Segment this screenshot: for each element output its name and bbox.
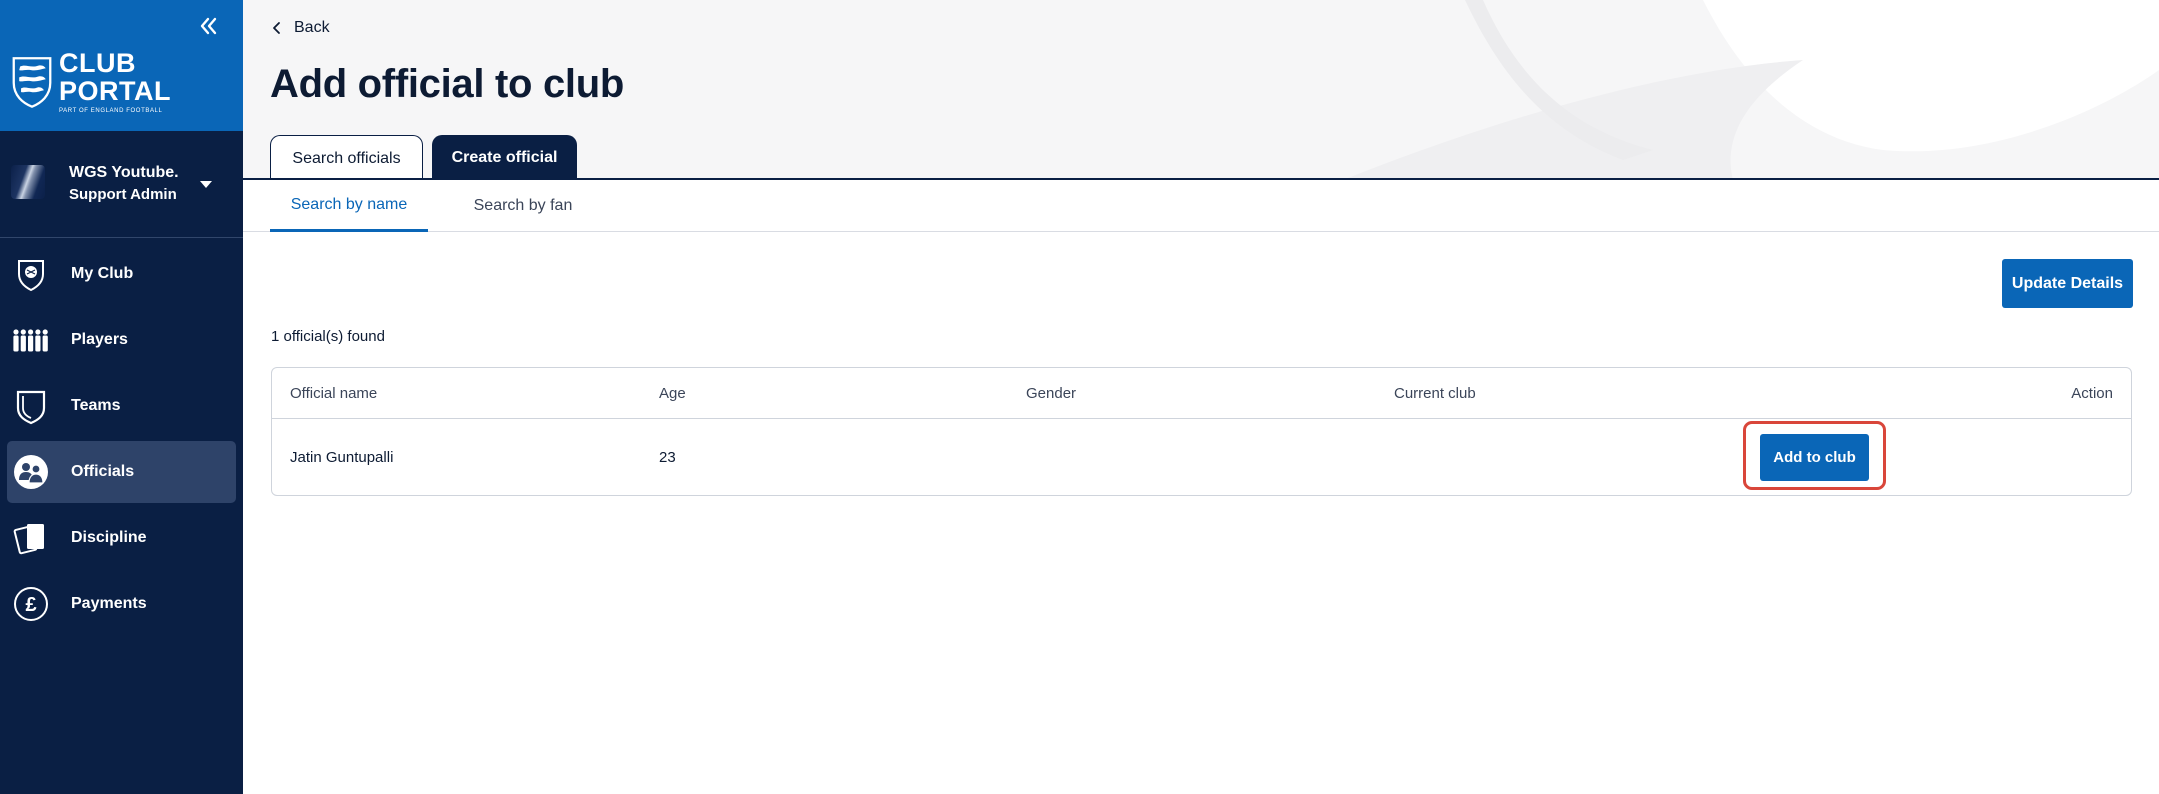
official-name-cell: Jatin Guntupalli xyxy=(290,449,394,466)
sidebar-item-payments[interactable]: £ Payments xyxy=(7,573,236,635)
sidebar-item-teams[interactable]: Teams xyxy=(7,375,236,437)
account-name: WGS Youtube... xyxy=(69,164,179,181)
page-header: Back Add official to club Search officia… xyxy=(243,0,2159,180)
sidebar: CLUB PORTAL PART OF ENGLAND FOOTBALL WGS… xyxy=(0,0,243,794)
subtab-search-by-fan[interactable]: Search by fan xyxy=(448,180,598,232)
column-header-official-name: Official name xyxy=(290,385,378,402)
column-header-action: Action xyxy=(2071,385,2113,402)
sidebar-nav: My Club Players Teams Officials Discipli… xyxy=(0,243,243,639)
tab-create-official[interactable]: Create official xyxy=(432,135,577,178)
sidebar-item-label: Officials xyxy=(71,463,135,480)
teams-shield-icon xyxy=(12,387,50,425)
logo-title-portal: PORTAL xyxy=(59,76,171,106)
results-count: 1 official(s) found xyxy=(271,328,385,345)
three-lions-crest-icon xyxy=(12,57,52,108)
search-mode-tabs: Search by name Search by fan xyxy=(243,180,2159,232)
column-header-gender: Gender xyxy=(1026,385,1077,402)
club-portal-logo[interactable]: CLUB PORTAL PART OF ENGLAND FOOTBALL xyxy=(11,48,171,114)
pound-icon: £ xyxy=(12,585,50,623)
add-to-club-button[interactable]: Add to club xyxy=(1760,434,1869,481)
subtab-search-by-name[interactable]: Search by name xyxy=(270,180,428,232)
table-header: Official name Age Gender Current club Ac… xyxy=(272,368,2131,419)
column-header-current-club: Current club xyxy=(1394,385,1476,402)
sidebar-item-label: Players xyxy=(71,331,128,348)
sidebar-item-label: My Club xyxy=(71,265,134,282)
sidebar-item-officials[interactable]: Officials xyxy=(7,441,236,503)
caret-down-icon[interactable] xyxy=(198,178,214,190)
discipline-cards-icon xyxy=(12,519,50,557)
age-cell: 23 xyxy=(659,449,676,466)
account-role: Support Admin xyxy=(69,186,177,203)
club-crest-icon xyxy=(12,255,50,293)
collapse-sidebar-icon[interactable] xyxy=(196,14,220,38)
sidebar-item-label: Payments xyxy=(71,595,147,612)
club-avatar xyxy=(11,165,45,199)
officials-icon xyxy=(12,453,50,491)
column-header-age: Age xyxy=(659,385,686,402)
chevron-left-icon xyxy=(273,22,280,34)
account-switcher[interactable]: WGS Youtube... Support Admin xyxy=(0,131,243,238)
back-link[interactable]: Back xyxy=(270,16,330,40)
page-title: Add official to club xyxy=(270,62,624,106)
sidebar-item-players[interactable]: Players xyxy=(7,309,236,371)
update-details-button[interactable]: Update Details xyxy=(2002,259,2133,308)
main-content: Back Add official to club Search officia… xyxy=(243,0,2159,794)
logo-subtitle: PART OF ENGLAND FOOTBALL xyxy=(59,108,163,114)
sidebar-item-label: Teams xyxy=(71,397,121,414)
sidebar-item-label: Discipline xyxy=(71,529,147,546)
sidebar-item-my-club[interactable]: My Club xyxy=(7,243,236,305)
players-icon xyxy=(12,321,50,359)
sidebar-header: CLUB PORTAL PART OF ENGLAND FOOTBALL xyxy=(0,0,243,131)
sidebar-item-discipline[interactable]: Discipline xyxy=(7,507,236,569)
tab-search-officials[interactable]: Search officials xyxy=(270,135,423,178)
logo-title-club: CLUB xyxy=(59,48,136,78)
svg-text:£: £ xyxy=(25,594,36,616)
back-label: Back xyxy=(294,19,330,36)
